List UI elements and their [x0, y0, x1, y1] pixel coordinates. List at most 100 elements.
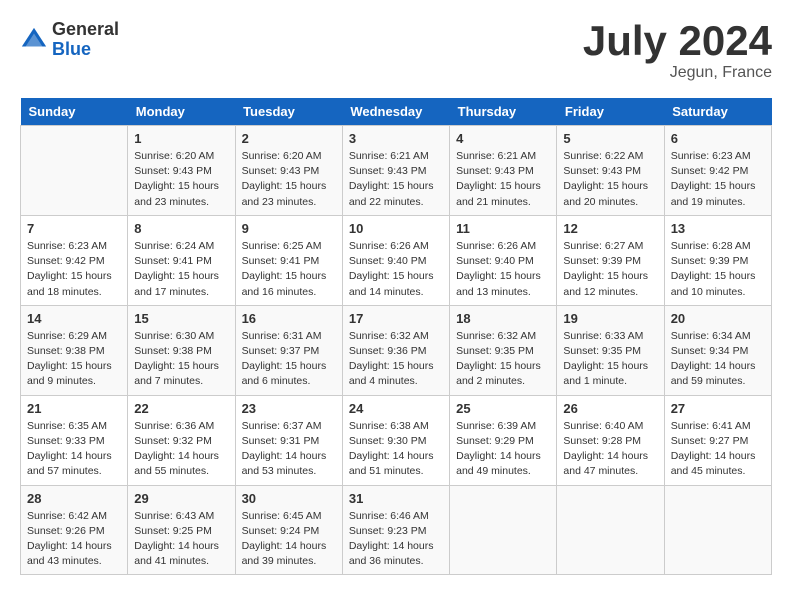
day-info: Sunrise: 6:46 AM Sunset: 9:23 PM Dayligh… [349, 509, 443, 570]
day-number: 1 [134, 131, 228, 146]
calendar-cell: 25 Sunrise: 6:39 AM Sunset: 9:29 PM Dayli… [450, 395, 557, 485]
day-number: 27 [671, 401, 765, 416]
calendar-cell: 13Sunrise: 6:28 AM Sunset: 9:39 PM Dayli… [664, 215, 771, 305]
header-thursday: Thursday [450, 98, 557, 126]
calendar-cell: 2 Sunrise: 6:20 AM Sunset: 9:43 PM Daylig… [235, 126, 342, 216]
calendar-cell: 11 Sunrise: 6:26 AM Sunset: 9:40 PM Dayli… [450, 215, 557, 305]
calendar-cell: 23Sunrise: 6:37 AM Sunset: 9:31 PM Dayli… [235, 395, 342, 485]
month-title: July 2024 [583, 20, 772, 62]
calendar-cell: 19Sunrise: 6:33 AM Sunset: 9:35 PM Dayli… [557, 305, 664, 395]
day-number: 7 [27, 221, 121, 236]
day-info: Sunrise: 6:45 AM Sunset: 9:24 PM Dayligh… [242, 509, 336, 570]
calendar-cell: 7Sunrise: 6:23 AM Sunset: 9:42 PM Daylig… [21, 215, 128, 305]
calendar-cell: 18Sunrise: 6:32 AM Sunset: 9:35 PM Dayli… [450, 305, 557, 395]
calendar-cell: 9Sunrise: 6:25 AM Sunset: 9:41 PM Daylig… [235, 215, 342, 305]
day-info: Sunrise: 6:43 AM Sunset: 9:25 PM Dayligh… [134, 509, 228, 570]
calendar-week-2: 7Sunrise: 6:23 AM Sunset: 9:42 PM Daylig… [21, 215, 772, 305]
day-header-row: Sunday Monday Tuesday Wednesday Thursday… [21, 98, 772, 126]
calendar-cell: 31 Sunrise: 6:46 AM Sunset: 9:23 PM Dayli… [342, 485, 449, 575]
calendar-cell [557, 485, 664, 575]
day-number: 23 [242, 401, 336, 416]
calendar-cell [450, 485, 557, 575]
day-info: Sunrise: 6:28 AM Sunset: 9:39 PM Dayligh… [671, 239, 765, 300]
calendar-cell: 28Sunrise: 6:42 AM Sunset: 9:26 PM Dayli… [21, 485, 128, 575]
calendar-cell: 30 Sunrise: 6:45 AM Sunset: 9:24 PM Dayli… [235, 485, 342, 575]
calendar-table: Sunday Monday Tuesday Wednesday Thursday… [20, 98, 772, 575]
day-info: Sunrise: 6:29 AM Sunset: 9:38 PM Dayligh… [27, 329, 121, 390]
day-info: Sunrise: 6:27 AM Sunset: 9:39 PM Dayligh… [563, 239, 657, 300]
day-info: Sunrise: 6:30 AM Sunset: 9:38 PM Dayligh… [134, 329, 228, 390]
calendar-cell: 17Sunrise: 6:32 AM Sunset: 9:36 PM Dayli… [342, 305, 449, 395]
day-number: 18 [456, 311, 550, 326]
calendar-week-5: 28Sunrise: 6:42 AM Sunset: 9:26 PM Dayli… [21, 485, 772, 575]
calendar-cell [21, 126, 128, 216]
calendar-cell: 1 Sunrise: 6:20 AM Sunset: 9:43 PM Daylig… [128, 126, 235, 216]
calendar-cell: 12 Sunrise: 6:27 AM Sunset: 9:39 PM Dayli… [557, 215, 664, 305]
day-number: 31 [349, 491, 443, 506]
header-sunday: Sunday [21, 98, 128, 126]
day-info: Sunrise: 6:41 AM Sunset: 9:27 PM Dayligh… [671, 419, 765, 480]
header-monday: Monday [128, 98, 235, 126]
day-number: 19 [563, 311, 657, 326]
day-number: 25 [456, 401, 550, 416]
page-header: General Blue July 2024 Jegun, France [20, 20, 772, 82]
day-info: Sunrise: 6:21 AM Sunset: 9:43 PM Dayligh… [456, 149, 550, 210]
logo-general-text: General [52, 20, 119, 40]
day-number: 15 [134, 311, 228, 326]
calendar-cell: 26 Sunrise: 6:40 AM Sunset: 9:28 PM Dayli… [557, 395, 664, 485]
day-number: 5 [563, 131, 657, 146]
day-number: 8 [134, 221, 228, 236]
calendar-cell: 20 Sunrise: 6:34 AM Sunset: 9:34 PM Dayli… [664, 305, 771, 395]
day-info: Sunrise: 6:38 AM Sunset: 9:30 PM Dayligh… [349, 419, 443, 480]
day-info: Sunrise: 6:40 AM Sunset: 9:28 PM Dayligh… [563, 419, 657, 480]
day-info: Sunrise: 6:39 AM Sunset: 9:29 PM Dayligh… [456, 419, 550, 480]
day-number: 21 [27, 401, 121, 416]
day-number: 3 [349, 131, 443, 146]
day-info: Sunrise: 6:34 AM Sunset: 9:34 PM Dayligh… [671, 329, 765, 390]
day-number: 11 [456, 221, 550, 236]
day-number: 12 [563, 221, 657, 236]
day-number: 2 [242, 131, 336, 146]
day-number: 10 [349, 221, 443, 236]
header-saturday: Saturday [664, 98, 771, 126]
day-info: Sunrise: 6:31 AM Sunset: 9:37 PM Dayligh… [242, 329, 336, 390]
day-number: 4 [456, 131, 550, 146]
header-wednesday: Wednesday [342, 98, 449, 126]
calendar-cell: 14 Sunrise: 6:29 AM Sunset: 9:38 PM Dayli… [21, 305, 128, 395]
calendar-cell: 10 Sunrise: 6:26 AM Sunset: 9:40 PM Dayli… [342, 215, 449, 305]
calendar-cell: 4 Sunrise: 6:21 AM Sunset: 9:43 PM Daylig… [450, 126, 557, 216]
header-friday: Friday [557, 98, 664, 126]
day-number: 30 [242, 491, 336, 506]
day-number: 20 [671, 311, 765, 326]
header-tuesday: Tuesday [235, 98, 342, 126]
day-number: 14 [27, 311, 121, 326]
day-info: Sunrise: 6:24 AM Sunset: 9:41 PM Dayligh… [134, 239, 228, 300]
day-info: Sunrise: 6:20 AM Sunset: 9:43 PM Dayligh… [242, 149, 336, 210]
calendar-week-3: 14 Sunrise: 6:29 AM Sunset: 9:38 PM Dayli… [21, 305, 772, 395]
location-text: Jegun, France [583, 64, 772, 82]
day-number: 6 [671, 131, 765, 146]
day-number: 29 [134, 491, 228, 506]
day-info: Sunrise: 6:36 AM Sunset: 9:32 PM Dayligh… [134, 419, 228, 480]
logo-blue-text: Blue [52, 40, 119, 60]
day-info: Sunrise: 6:26 AM Sunset: 9:40 PM Dayligh… [349, 239, 443, 300]
logo-text: General Blue [52, 20, 119, 60]
day-info: Sunrise: 6:32 AM Sunset: 9:36 PM Dayligh… [349, 329, 443, 390]
calendar-cell: 24 Sunrise: 6:38 AM Sunset: 9:30 PM Dayli… [342, 395, 449, 485]
day-number: 28 [27, 491, 121, 506]
day-number: 16 [242, 311, 336, 326]
calendar-cell: 15 Sunrise: 6:30 AM Sunset: 9:38 PM Dayli… [128, 305, 235, 395]
day-number: 24 [349, 401, 443, 416]
calendar-cell: 21Sunrise: 6:35 AM Sunset: 9:33 PM Dayli… [21, 395, 128, 485]
day-info: Sunrise: 6:23 AM Sunset: 9:42 PM Dayligh… [671, 149, 765, 210]
day-number: 26 [563, 401, 657, 416]
calendar-cell: 27 Sunrise: 6:41 AM Sunset: 9:27 PM Dayli… [664, 395, 771, 485]
day-info: Sunrise: 6:22 AM Sunset: 9:43 PM Dayligh… [563, 149, 657, 210]
calendar-cell: 29 Sunrise: 6:43 AM Sunset: 9:25 PM Dayli… [128, 485, 235, 575]
day-info: Sunrise: 6:25 AM Sunset: 9:41 PM Dayligh… [242, 239, 336, 300]
day-info: Sunrise: 6:26 AM Sunset: 9:40 PM Dayligh… [456, 239, 550, 300]
calendar-cell: 6 Sunrise: 6:23 AM Sunset: 9:42 PM Daylig… [664, 126, 771, 216]
calendar-cell: 22Sunrise: 6:36 AM Sunset: 9:32 PM Dayli… [128, 395, 235, 485]
logo: General Blue [20, 20, 119, 60]
day-info: Sunrise: 6:20 AM Sunset: 9:43 PM Dayligh… [134, 149, 228, 210]
